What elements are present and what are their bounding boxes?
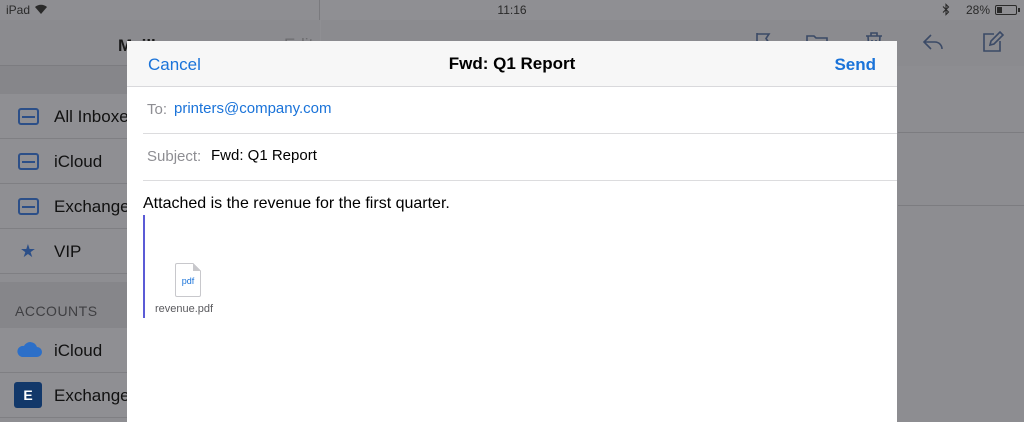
mailbox-label: iCloud bbox=[54, 152, 103, 171]
subject-field[interactable]: Subject: Fwd: Q1 Report bbox=[127, 134, 897, 181]
file-type-label: pdf bbox=[181, 276, 195, 286]
compose-title: Fwd: Q1 Report bbox=[448, 54, 576, 73]
compose-icon[interactable] bbox=[981, 30, 1005, 54]
accounts-header-label: ACCOUNTS bbox=[15, 303, 98, 319]
account-label: iCloud bbox=[54, 341, 103, 360]
account-label: Exchange bbox=[54, 386, 130, 405]
inbox-icon bbox=[18, 108, 39, 125]
clock: 11:16 bbox=[497, 3, 527, 17]
divider bbox=[898, 205, 1024, 206]
send-button[interactable]: Send bbox=[834, 55, 876, 75]
inbox-icon bbox=[18, 198, 39, 215]
exchange-icon: E bbox=[14, 382, 42, 408]
divider bbox=[143, 180, 897, 181]
icloud-icon bbox=[17, 342, 42, 357]
to-field[interactable]: To: printers@company.com bbox=[127, 87, 897, 134]
message-body[interactable]: Attached is the revenue for the first qu… bbox=[143, 195, 450, 213]
compose-nav-bar: Cancel Fwd: Q1 Report Send bbox=[127, 41, 897, 87]
compose-sheet: Cancel Fwd: Q1 Report Send To: printers@… bbox=[127, 41, 897, 422]
battery-level bbox=[997, 7, 1003, 13]
attachment-filename: revenue.pdf bbox=[155, 303, 214, 315]
mailbox-label: VIP bbox=[54, 242, 82, 261]
divider bbox=[898, 132, 1024, 133]
mailbox-label: Exchange bbox=[54, 197, 130, 216]
subject-input[interactable]: Fwd: Q1 Report bbox=[211, 147, 317, 164]
quote-bar bbox=[143, 215, 145, 318]
bluetooth-icon bbox=[942, 3, 950, 16]
inbox-icon bbox=[18, 153, 39, 170]
reply-icon[interactable] bbox=[921, 30, 945, 54]
subject-label: Subject: bbox=[147, 148, 202, 165]
battery-percentage: 28% bbox=[965, 3, 990, 17]
to-recipient[interactable]: printers@company.com bbox=[174, 100, 332, 117]
battery-icon bbox=[995, 5, 1020, 15]
pdf-file-icon: pdf bbox=[175, 263, 201, 297]
mailbox-label: All Inboxes bbox=[54, 107, 138, 126]
to-label: To: bbox=[147, 101, 168, 118]
star-icon: ★ bbox=[19, 241, 37, 261]
status-bar: iPad 11:16 28% bbox=[0, 0, 1024, 20]
